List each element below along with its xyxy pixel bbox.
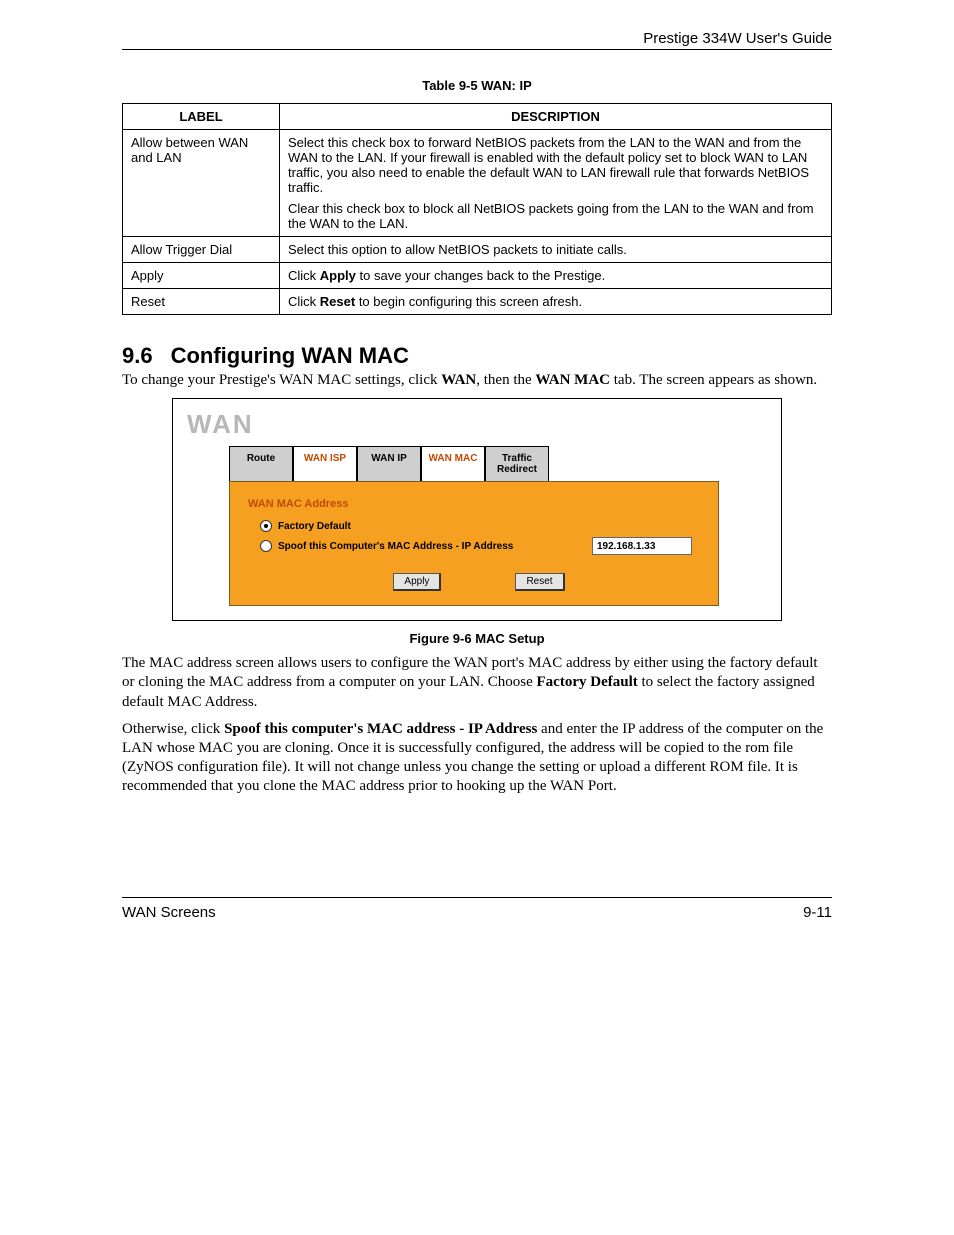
cell-label: Allow between WAN and LAN bbox=[123, 130, 280, 237]
radio-label: Spoof this Computer's MAC Address - IP A… bbox=[278, 541, 513, 552]
figure-screenshot: WAN Route WAN ISP WAN IP WAN MAC Traffic… bbox=[172, 398, 782, 621]
tab-wan-ip[interactable]: WAN IP bbox=[357, 446, 421, 481]
txt: To change your Prestige's WAN MAC settin… bbox=[122, 372, 441, 388]
header-rule bbox=[122, 49, 832, 50]
tab-traffic-redirect[interactable]: Traffic Redirect bbox=[485, 446, 549, 481]
table-row: Apply Click Apply to save your changes b… bbox=[123, 263, 832, 289]
section-number: 9.6 bbox=[122, 343, 153, 369]
txt: Click bbox=[288, 268, 320, 283]
table-row: Allow Trigger Dial Select this option to… bbox=[123, 237, 832, 263]
radio-icon bbox=[260, 520, 272, 532]
wan-mac-panel: WAN MAC Address Factory Default Spoof th… bbox=[229, 481, 719, 606]
cell-label: Reset bbox=[123, 289, 280, 315]
tab-wan-mac[interactable]: WAN MAC bbox=[421, 446, 485, 481]
cell-desc: Click Reset to begin configuring this sc… bbox=[280, 289, 832, 315]
figure-caption: Figure 9-6 MAC Setup bbox=[122, 631, 832, 646]
txt: Otherwise, click bbox=[122, 721, 224, 737]
section-heading: 9.6 Configuring WAN MAC bbox=[122, 343, 832, 369]
section-title: Configuring WAN MAC bbox=[171, 343, 409, 368]
txt: Click bbox=[288, 294, 320, 309]
txt: to save your changes back to the Prestig… bbox=[356, 268, 605, 283]
cell-label: Apply bbox=[123, 263, 280, 289]
radio-label: Factory Default bbox=[278, 521, 351, 532]
th-description: DESCRIPTION bbox=[280, 104, 832, 130]
bold: WAN MAC bbox=[535, 372, 610, 388]
table-caption: Table 9-5 WAN: IP bbox=[122, 78, 832, 93]
tab-row: Route WAN ISP WAN IP WAN MAC Traffic Red… bbox=[229, 446, 771, 481]
header-guide: Prestige 334W User's Guide bbox=[122, 30, 832, 49]
bold: Spoof this computer's MAC address - IP A… bbox=[224, 721, 537, 737]
footer-rule bbox=[122, 897, 832, 898]
table-row: Allow between WAN and LAN Select this ch… bbox=[123, 130, 832, 237]
cell-desc: Select this check box to forward NetBIOS… bbox=[280, 130, 832, 237]
bold: Factory Default bbox=[537, 674, 638, 690]
wan-title: WAN bbox=[187, 409, 771, 440]
tab-wan-isp[interactable]: WAN ISP bbox=[293, 446, 357, 481]
table-row: Reset Click Reset to begin configuring t… bbox=[123, 289, 832, 315]
bold: Reset bbox=[320, 294, 355, 309]
paragraph-spoof-explain: Otherwise, click Spoof this computer's M… bbox=[122, 720, 832, 797]
paragraph-mac-explain: The MAC address screen allows users to c… bbox=[122, 654, 832, 712]
reset-button[interactable]: Reset bbox=[515, 573, 564, 591]
section-intro: To change your Prestige's WAN MAC settin… bbox=[122, 371, 832, 390]
wan-ip-table: LABEL DESCRIPTION Allow between WAN and … bbox=[122, 103, 832, 315]
radio-spoof-mac[interactable]: Spoof this Computer's MAC Address - IP A… bbox=[260, 537, 710, 555]
ip-address-input[interactable]: 192.168.1.33 bbox=[592, 537, 692, 555]
footer-left: WAN Screens bbox=[122, 904, 216, 921]
txt: tab. The screen appears as shown. bbox=[610, 372, 817, 388]
bold: WAN bbox=[441, 372, 476, 388]
cell-label: Allow Trigger Dial bbox=[123, 237, 280, 263]
apply-button[interactable]: Apply bbox=[393, 573, 441, 591]
radio-icon bbox=[260, 540, 272, 552]
cell-desc: Click Apply to save your changes back to… bbox=[280, 263, 832, 289]
txt: to begin configuring this screen afresh. bbox=[355, 294, 582, 309]
th-label: LABEL bbox=[123, 104, 280, 130]
footer-right: 9-11 bbox=[803, 904, 832, 921]
panel-section-title: WAN MAC Address bbox=[248, 498, 710, 510]
cell-desc-p1: Select this check box to forward NetBIOS… bbox=[288, 135, 823, 195]
cell-desc: Select this option to allow NetBIOS pack… bbox=[280, 237, 832, 263]
radio-factory-default[interactable]: Factory Default bbox=[260, 520, 710, 532]
tab-route[interactable]: Route bbox=[229, 446, 293, 481]
cell-desc-p2: Clear this check box to block all NetBIO… bbox=[288, 201, 823, 231]
bold: Apply bbox=[320, 268, 356, 283]
txt: , then the bbox=[476, 372, 535, 388]
